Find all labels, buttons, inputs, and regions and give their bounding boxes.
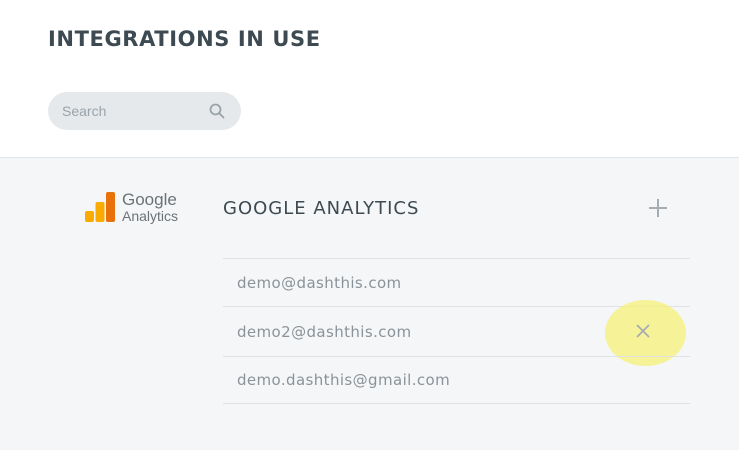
account-email: demo2@dashthis.com	[237, 322, 412, 341]
logo-wordmark: Google Analytics	[122, 191, 178, 223]
search-box[interactable]	[48, 92, 241, 130]
remove-account-button[interactable]	[634, 322, 652, 340]
google-analytics-logo: Google Analytics	[84, 187, 189, 227]
search-icon[interactable]	[209, 103, 225, 119]
header-panel: INTEGRATIONS IN USE	[0, 0, 739, 158]
google-analytics-logo-icon	[85, 192, 115, 222]
account-row[interactable]: demo.dashthis@gmail.com	[223, 356, 690, 404]
account-email: demo.dashthis@gmail.com	[237, 371, 451, 389]
search-input[interactable]	[62, 103, 202, 119]
close-icon	[636, 324, 650, 338]
account-email: demo@dashthis.com	[237, 273, 402, 292]
account-row[interactable]: demo@dashthis.com	[223, 258, 690, 306]
add-account-button[interactable]	[646, 196, 670, 220]
integration-panel: Google Analytics GOOGLE ANALYTICS demo@d…	[0, 158, 739, 450]
logo-line-2: Analytics	[122, 208, 179, 224]
plus-icon	[649, 199, 667, 217]
integration-name: GOOGLE ANALYTICS	[223, 198, 420, 219]
account-list: demo@dashthis.com demo2@dashthis.com dem…	[223, 258, 690, 404]
account-row[interactable]: demo2@dashthis.com	[223, 300, 690, 366]
logo-line-1: Google	[122, 190, 177, 209]
page-title: INTEGRATIONS IN USE	[48, 27, 321, 51]
